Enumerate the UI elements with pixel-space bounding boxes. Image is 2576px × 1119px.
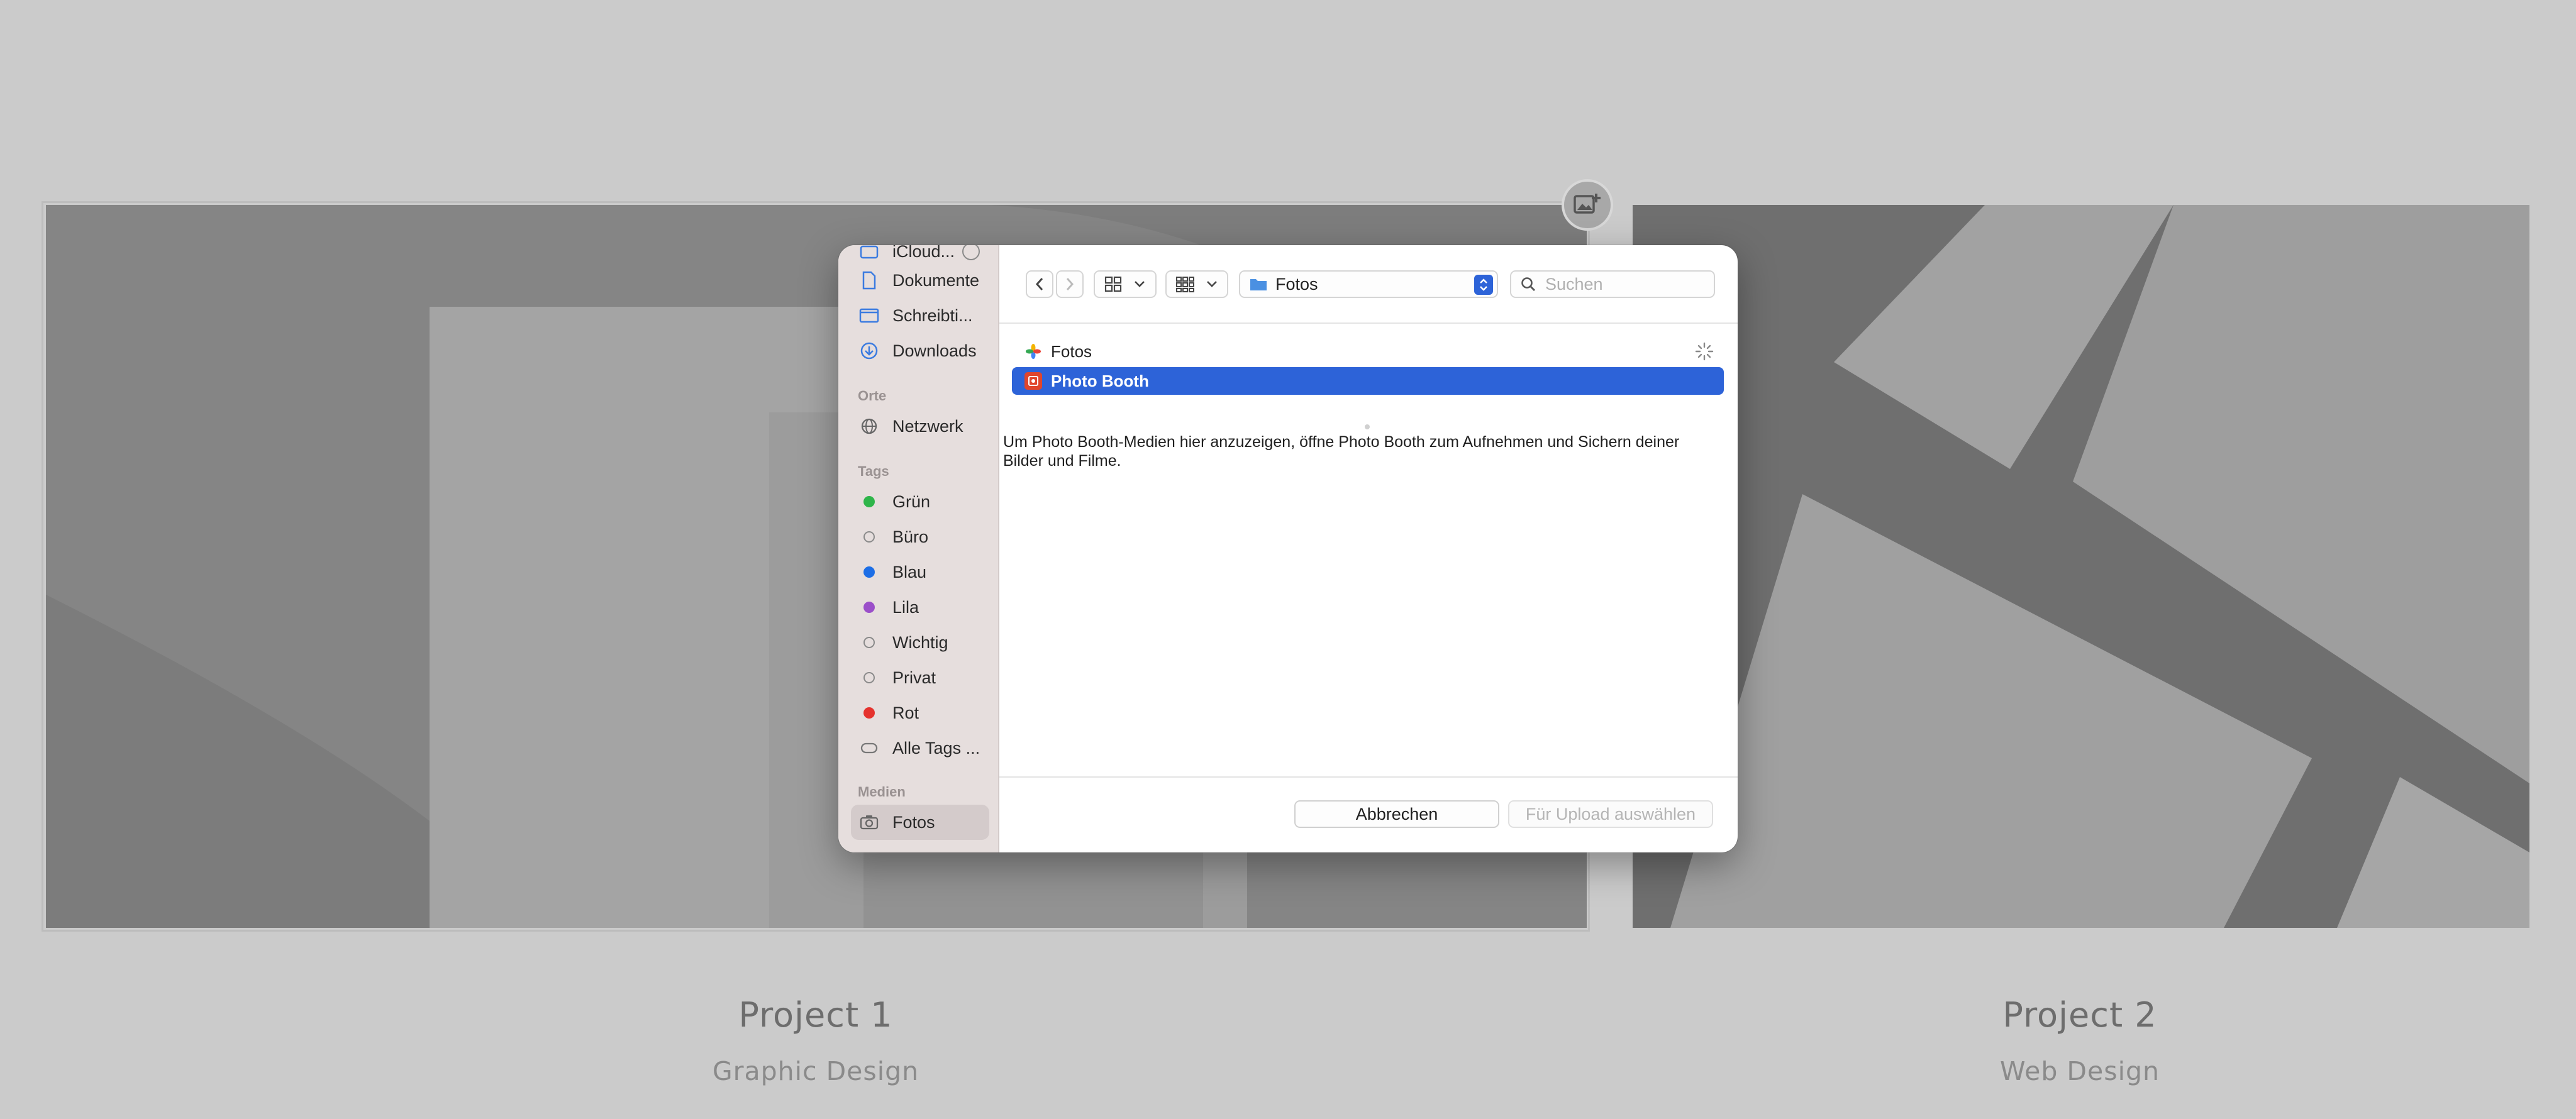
- empty-library-message: Um Photo Booth-Medien hier anzuzeigen, ö…: [1003, 433, 1680, 470]
- search-field[interactable]: Suchen: [1510, 270, 1715, 298]
- loading-spinner-icon: [1695, 342, 1714, 365]
- icloud-folder-icon: [858, 245, 880, 262]
- sidebar-tag-wichtig[interactable]: Wichtig: [851, 625, 989, 660]
- chevron-right-icon: [1066, 278, 1074, 290]
- red-tag-dot-icon: [863, 707, 875, 719]
- list-item-fotos[interactable]: Fotos: [1012, 338, 1724, 365]
- sidebar-item-label: Fotos: [892, 812, 935, 832]
- photos-app-icon: [1026, 344, 1041, 359]
- photo-booth-icon: [1024, 372, 1042, 390]
- search-placeholder: Suchen: [1545, 274, 1603, 294]
- image-plus-icon: [1574, 194, 1601, 214]
- location-label: Fotos: [1275, 274, 1318, 294]
- sidebar-item-label: Grün: [892, 492, 931, 511]
- sidebar-item-netzwerk[interactable]: Netzwerk: [851, 409, 989, 444]
- list-item-photo-booth[interactable]: Photo Booth: [1012, 367, 1724, 395]
- back-button[interactable]: [1026, 270, 1053, 298]
- globe-icon: [858, 416, 880, 437]
- sidebar-item-label: Lila: [892, 597, 919, 617]
- sidebar-item-label: Büro: [892, 527, 929, 546]
- forward-button[interactable]: [1056, 270, 1084, 298]
- list-item-label: Photo Booth: [1051, 371, 1149, 390]
- empty-tag-dot-icon: [863, 531, 875, 543]
- sidebar-tag-rot[interactable]: Rot: [851, 695, 989, 730]
- empty-tag-dot-icon: [863, 672, 875, 683]
- updown-chevron-icon: [1474, 275, 1493, 295]
- group-mode-dropdown[interactable]: [1165, 270, 1228, 298]
- project-1-subtitle: Graphic Design: [712, 1056, 919, 1086]
- sidebar-item-label: Schreibti...: [892, 306, 973, 325]
- progress-dot: [1365, 424, 1370, 429]
- sidebar-item-schreibtisch[interactable]: Schreibti...: [851, 298, 989, 333]
- blue-tag-dot-icon: [863, 566, 875, 578]
- sidebar-item-fotos[interactable]: Fotos: [851, 805, 989, 840]
- download-icon: [858, 340, 880, 361]
- list-item-label: Fotos: [1051, 341, 1092, 361]
- sidebar-item-downloads[interactable]: Downloads: [851, 333, 989, 368]
- project-2-subtitle: Web Design: [2000, 1056, 2160, 1086]
- purple-tag-dot-icon: [863, 602, 875, 613]
- sidebar-item-label: Rot: [892, 703, 919, 722]
- project-2-title: Project 2: [2002, 995, 2157, 1035]
- view-mode-dropdown[interactable]: [1094, 270, 1157, 298]
- sidebar-item-label: iCloud...: [892, 245, 955, 261]
- chevron-down-icon: [1207, 281, 1217, 287]
- cancel-button[interactable]: Abbrechen: [1294, 800, 1499, 828]
- empty-tag-dot-icon: [863, 637, 875, 648]
- add-image-button[interactable]: [1562, 179, 1613, 231]
- sidebar-item-label: Blau: [892, 562, 927, 582]
- select-for-upload-button[interactable]: Für Upload auswählen: [1508, 800, 1713, 828]
- desktop-icon: [858, 305, 880, 326]
- grid-view-icon: [1176, 277, 1194, 292]
- sidebar-item-label: Wichtig: [892, 632, 948, 652]
- file-picker-dialog: iCloud... Dokumente Schreibti... Downloa…: [838, 245, 1738, 852]
- chevron-down-icon: [1135, 281, 1145, 287]
- camera-icon: [858, 812, 880, 833]
- sidebar-tag-gruen[interactable]: Grün: [851, 484, 989, 519]
- location-popup[interactable]: Fotos: [1239, 270, 1498, 298]
- chevron-left-icon: [1035, 278, 1043, 290]
- search-icon: [1521, 277, 1535, 291]
- all-tags-icon: [858, 737, 880, 759]
- sidebar-item-label: Privat: [892, 668, 936, 687]
- sidebar-item-label: Netzwerk: [892, 416, 963, 436]
- icon-view-icon: [1104, 276, 1122, 292]
- sidebar-header-media: Medien: [858, 784, 906, 800]
- sidebar-header-places: Orte: [858, 388, 887, 404]
- green-tag-dot-icon: [863, 496, 875, 507]
- sidebar-item-label: Dokumente: [892, 270, 980, 290]
- toolbar-divider: [999, 322, 1738, 324]
- dialog-sidebar: iCloud... Dokumente Schreibti... Downloa…: [838, 245, 999, 852]
- sidebar-tag-lila[interactable]: Lila: [851, 590, 989, 625]
- project-2-image[interactable]: [1633, 205, 2529, 928]
- sidebar-tag-buero[interactable]: Büro: [851, 519, 989, 554]
- sidebar-item-label: Alle Tags ...: [892, 738, 980, 758]
- sidebar-tag-privat[interactable]: Privat: [851, 660, 989, 695]
- sidebar-all-tags[interactable]: Alle Tags ...: [851, 730, 989, 766]
- project-1-title: Project 1: [738, 995, 893, 1035]
- folder-icon: [1250, 279, 1267, 290]
- sidebar-tag-blau[interactable]: Blau: [851, 554, 989, 590]
- loading-circle-icon: [962, 245, 980, 260]
- document-icon: [858, 270, 880, 291]
- sidebar-item-dokumente[interactable]: Dokumente: [851, 263, 989, 298]
- sidebar-item-label: Downloads: [892, 341, 977, 360]
- sidebar-header-tags: Tags: [858, 463, 889, 479]
- project-2-artwork: [1633, 205, 2529, 928]
- footer-divider: [999, 776, 1738, 778]
